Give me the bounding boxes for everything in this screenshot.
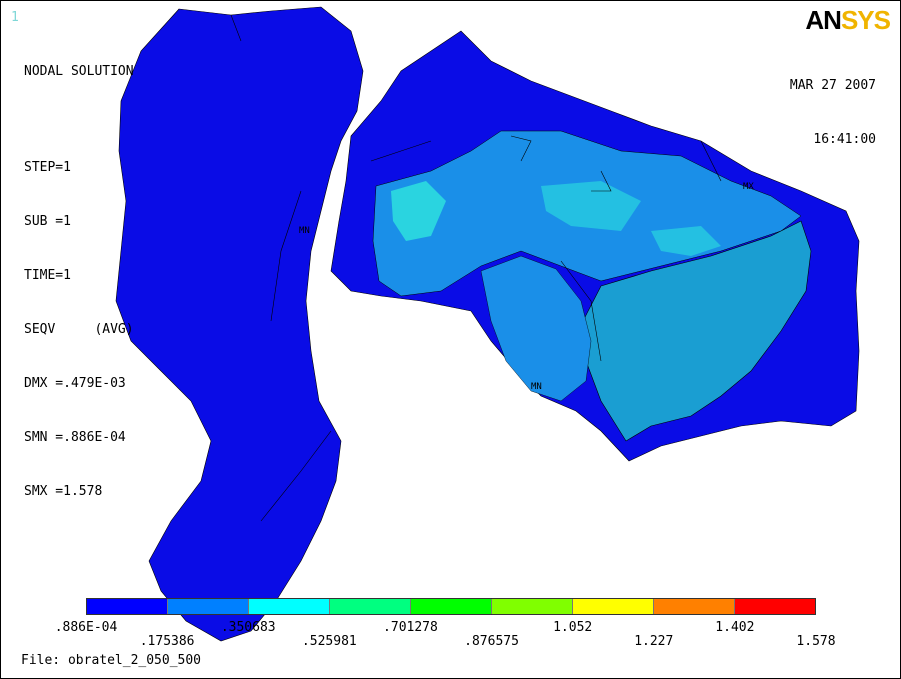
legend-segment-2 bbox=[168, 599, 249, 614]
max-marker: MX bbox=[743, 182, 754, 192]
contour-legend-bar bbox=[86, 598, 816, 615]
model-left-process bbox=[115, 6, 364, 642]
legend-label-upper-4: 1.052 bbox=[553, 620, 593, 635]
smx-value: SMX =1.578 bbox=[24, 484, 103, 499]
sub-value: SUB =1 bbox=[24, 214, 71, 229]
legend-label-lower-2: .525981 bbox=[301, 634, 357, 649]
solution-info-block: NODAL SOLUTION STEP=1 SUB =1 TIME=1 SEQV… bbox=[24, 27, 134, 537]
legend-segment-5 bbox=[411, 599, 492, 614]
legend-label-lower-5: 1.578 bbox=[796, 634, 836, 649]
min-marker: MN bbox=[299, 226, 310, 236]
step-value: STEP=1 bbox=[24, 160, 71, 175]
solution-title: NODAL SOLUTION bbox=[24, 64, 134, 79]
legend-segment-9 bbox=[735, 599, 815, 614]
time-value: TIME=1 bbox=[24, 268, 71, 283]
file-label: File: obratel_2_050_500 bbox=[21, 653, 202, 668]
stress-contour-model: MN MN MX bbox=[115, 6, 860, 642]
window-number: 1 bbox=[11, 10, 19, 25]
legend-label-lower-1: .175386 bbox=[139, 634, 195, 649]
date-time-block: MAR 27 2007 16:41:00 bbox=[790, 41, 876, 185]
legend-segment-6 bbox=[492, 599, 573, 614]
legend-label-upper-2: .350683 bbox=[220, 620, 276, 635]
legend-label-upper-1: .886E-04 bbox=[54, 620, 118, 635]
smn-value: SMN =.886E-04 bbox=[24, 430, 126, 445]
date-value: MAR 27 2007 bbox=[789, 78, 876, 93]
dmx-value: DMX =.479E-03 bbox=[24, 376, 126, 391]
legend-segment-1 bbox=[87, 599, 168, 614]
legend-label-lower-4: 1.227 bbox=[634, 634, 674, 649]
legend-segment-3 bbox=[249, 599, 330, 614]
legend-segment-7 bbox=[573, 599, 654, 614]
legend-label-upper-5: 1.402 bbox=[715, 620, 755, 635]
ansys-logo: ANSYS bbox=[805, 5, 891, 35]
time-of-day-value: 16:41:00 bbox=[813, 132, 876, 147]
legend-segment-8 bbox=[654, 599, 735, 614]
seqv-label: SEQV (AVG) bbox=[24, 322, 134, 337]
legend-label-upper-3: .701278 bbox=[383, 620, 438, 635]
legend-label-lower-3: .876575 bbox=[464, 634, 519, 649]
min-marker-2: MN bbox=[531, 382, 542, 392]
legend-segment-4 bbox=[330, 599, 411, 614]
graphics-viewport[interactable]: MN MN MX 1 NODAL SOLUTION STEP=1 SUB =1 … bbox=[0, 0, 901, 679]
